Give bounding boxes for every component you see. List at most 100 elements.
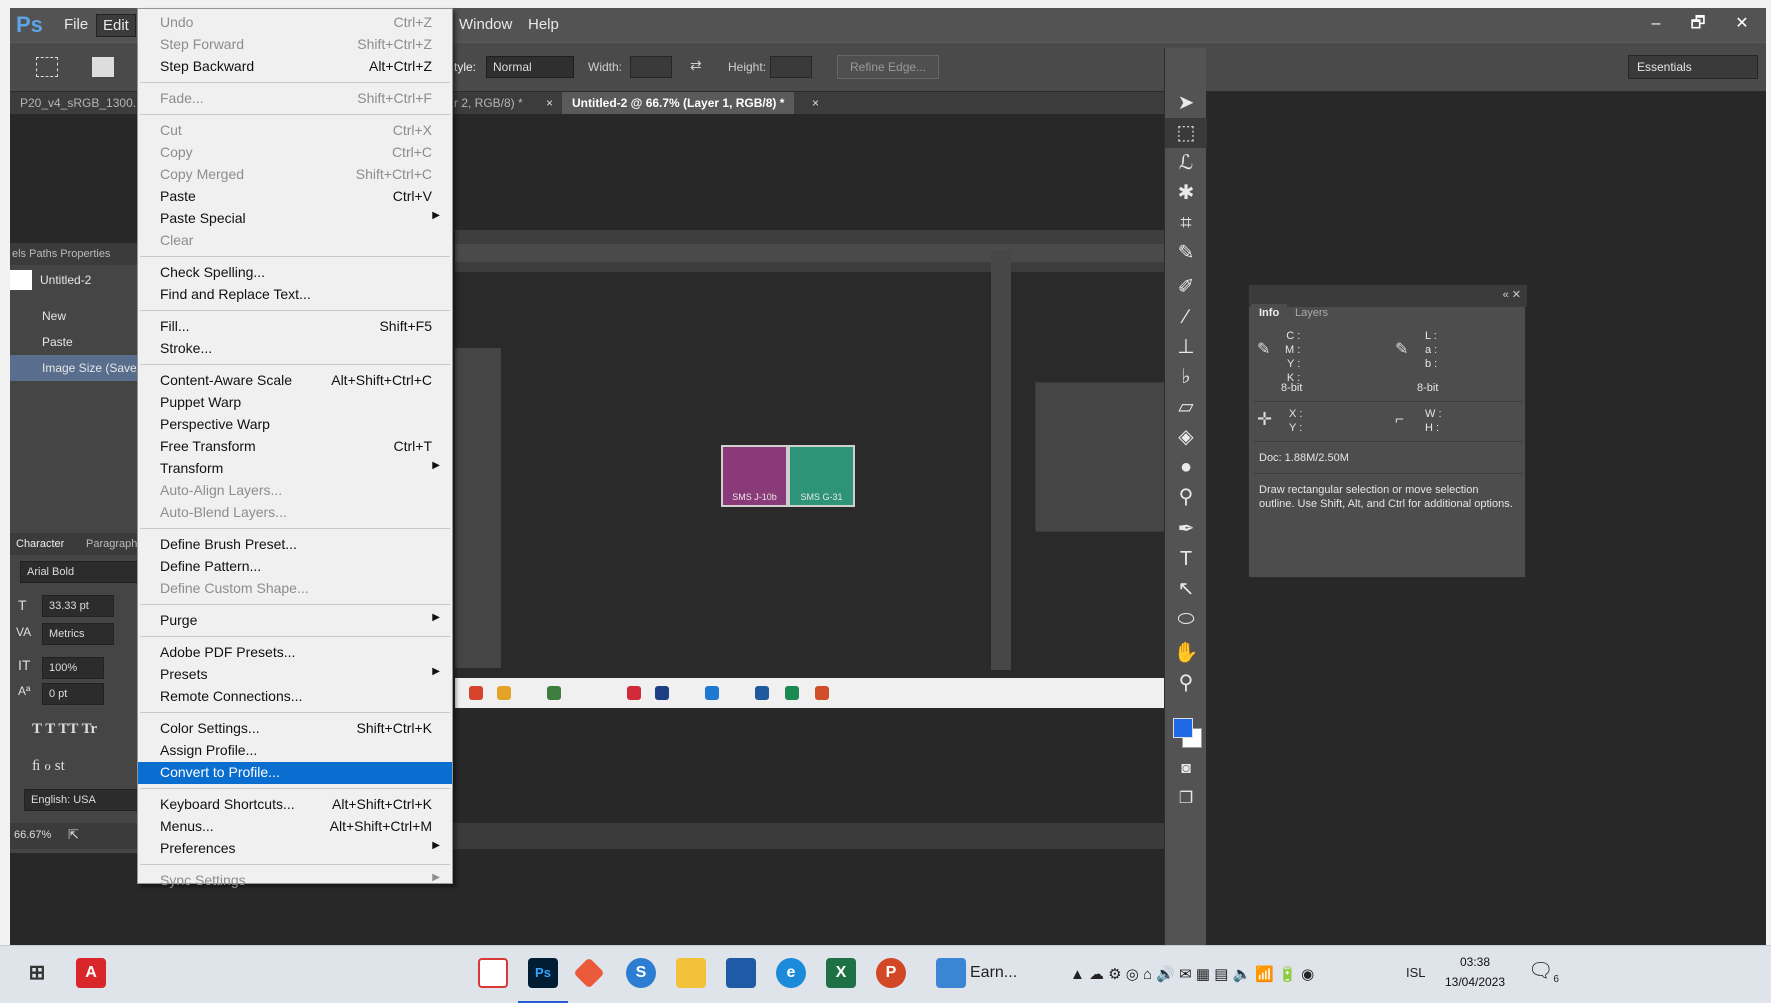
move-tool-icon[interactable]: ➤ bbox=[1165, 88, 1207, 118]
kerning-select[interactable]: Metrics bbox=[42, 623, 114, 645]
menu-help[interactable]: Help bbox=[528, 16, 559, 33]
type-style-buttons[interactable]: T T TT Tr bbox=[32, 721, 97, 738]
office-app-icon[interactable] bbox=[573, 957, 605, 989]
earn-app-label[interactable]: Earn... bbox=[970, 964, 1017, 982]
restore-button[interactable]: 🗗 bbox=[1678, 12, 1718, 36]
menu-item-check-spelling[interactable]: Check Spelling... bbox=[138, 262, 452, 284]
menu-item-auto-blend-layers[interactable]: Auto-Blend Layers... bbox=[138, 502, 452, 524]
path-selection-icon[interactable]: ↖ bbox=[1165, 574, 1207, 604]
paint-bucket-icon[interactable]: ◈ bbox=[1165, 422, 1207, 452]
width-field[interactable] bbox=[630, 56, 672, 78]
pen-tool-icon[interactable]: ✒ bbox=[1165, 514, 1207, 544]
skype-icon[interactable]: S bbox=[626, 958, 656, 988]
type-tool-icon[interactable]: T bbox=[1165, 544, 1207, 574]
history-brush-icon[interactable]: ♭ bbox=[1165, 362, 1207, 392]
tab-layers[interactable]: Layers bbox=[1287, 304, 1336, 324]
menu-item-preferences[interactable]: Preferences ▶ bbox=[138, 838, 452, 860]
menu-item-stroke[interactable]: Stroke... bbox=[138, 338, 452, 360]
menu-item-color-settings[interactable]: Color Settings... Shift+Ctrl+K bbox=[138, 718, 452, 740]
menu-item-fade[interactable]: Fade... Shift+Ctrl+F bbox=[138, 88, 452, 110]
font-size-field[interactable]: 33.33 pt bbox=[42, 595, 114, 617]
menu-item-step-backward[interactable]: Step Backward Alt+Ctrl+Z bbox=[138, 56, 452, 78]
menu-item-define-custom-shape[interactable]: Define Custom Shape... bbox=[138, 578, 452, 600]
menu-item-puppet-warp[interactable]: Puppet Warp bbox=[138, 392, 452, 414]
magic-wand-icon[interactable]: ✱ bbox=[1165, 178, 1207, 208]
tab-p20[interactable]: P20_v4_sRGB_1300. bbox=[10, 92, 146, 114]
menu-window[interactable]: Window bbox=[459, 16, 512, 33]
menu-item-transform[interactable]: Transform ▶ bbox=[138, 458, 452, 480]
foreground-color-swatch[interactable] bbox=[1173, 718, 1193, 738]
menu-file[interactable]: File bbox=[64, 16, 88, 33]
menu-item-paste-special[interactable]: Paste Special ▶ bbox=[138, 208, 452, 230]
export-icon[interactable]: ⇱ bbox=[68, 827, 79, 843]
marquee-tool-icon[interactable]: ⬚ bbox=[1165, 118, 1207, 148]
eyedropper-icon[interactable]: ✎ bbox=[1165, 238, 1207, 268]
font-family-select[interactable]: Arial Bold bbox=[20, 561, 145, 583]
input-language[interactable]: ISL bbox=[1406, 965, 1426, 980]
blur-tool-icon[interactable]: ● bbox=[1165, 452, 1207, 482]
menu-item-paste[interactable]: Paste Ctrl+V bbox=[138, 186, 452, 208]
eraser-icon[interactable]: ▱ bbox=[1165, 392, 1207, 422]
crop-tool-icon[interactable]: ⌗ bbox=[1165, 208, 1207, 238]
menu-item-presets[interactable]: Presets ▶ bbox=[138, 664, 452, 686]
menu-item-auto-align-layers[interactable]: Auto-Align Layers... bbox=[138, 480, 452, 502]
history-snapshot[interactable]: Untitled-2 bbox=[10, 267, 145, 293]
minimize-button[interactable]: – bbox=[1636, 12, 1676, 36]
menu-item-copy-merged[interactable]: Copy Merged Shift+Ctrl+C bbox=[138, 164, 452, 186]
menu-item-keyboard-shortcuts[interactable]: Keyboard Shortcuts... Alt+Shift+Ctrl+K bbox=[138, 794, 452, 816]
style-select[interactable]: Normal bbox=[486, 56, 574, 78]
powerpoint-icon[interactable]: P bbox=[876, 958, 906, 988]
menu-item-sync-settings[interactable]: Sync Settings ▶ bbox=[138, 870, 452, 892]
menu-item-convert-to-profile[interactable]: Convert to Profile... bbox=[138, 762, 452, 784]
history-state-new[interactable]: New bbox=[10, 303, 145, 329]
swap-icon[interactable]: ⇄ bbox=[690, 57, 702, 74]
history-state-paste[interactable]: Paste bbox=[10, 329, 145, 355]
windows-start-icon[interactable]: ⊞ bbox=[22, 958, 52, 988]
opentype-buttons[interactable]: ﬁ ℴ st bbox=[32, 756, 65, 775]
quick-mask-icon[interactable]: ◙ bbox=[1165, 754, 1207, 784]
menu-item-clear[interactable]: Clear bbox=[138, 230, 452, 252]
screen-mode-icon[interactable]: ❐ bbox=[1165, 784, 1207, 814]
menu-item-content-aware-scale[interactable]: Content-Aware Scale Alt+Shift+Ctrl+C bbox=[138, 370, 452, 392]
vertical-scale-field[interactable]: 100% bbox=[42, 657, 104, 679]
acrobat-icon[interactable]: A bbox=[76, 958, 106, 988]
healing-brush-icon[interactable]: ✐ bbox=[1165, 272, 1207, 302]
menu-item-adobe-pdf-presets[interactable]: Adobe PDF Presets... bbox=[138, 642, 452, 664]
clone-stamp-icon[interactable]: ⊥ bbox=[1165, 332, 1207, 362]
notification-icon[interactable]: 🗨6 bbox=[1528, 958, 1559, 985]
system-clock[interactable]: 03:38 13/04/2023 bbox=[1438, 952, 1512, 992]
tray-icons[interactable]: ▲ ☁ ⚙ ◎ ⌂ 🔊 ✉ ▦ ▤ 🔈 📶 🔋 ◉ bbox=[1070, 965, 1314, 983]
menu-item-copy[interactable]: Copy Ctrl+C bbox=[138, 142, 452, 164]
menu-item-undo[interactable]: Undo Ctrl+Z bbox=[138, 12, 452, 34]
app-icon[interactable] bbox=[726, 958, 756, 988]
lasso-tool-icon[interactable]: ℒ bbox=[1165, 148, 1207, 178]
earn-app-icon[interactable] bbox=[936, 958, 966, 988]
ellipse-tool-icon[interactable]: ⬭ bbox=[1165, 604, 1207, 634]
menu-item-free-transform[interactable]: Free Transform Ctrl+T bbox=[138, 436, 452, 458]
zoom-level[interactable]: 66.67% bbox=[14, 829, 51, 841]
baseline-shift-field[interactable]: 0 pt bbox=[42, 683, 104, 705]
menu-item-assign-profile[interactable]: Assign Profile... bbox=[138, 740, 452, 762]
new-selection-icon[interactable] bbox=[92, 57, 114, 77]
close-window-button[interactable]: ✕ bbox=[1722, 12, 1762, 36]
panel-collapse-icon[interactable]: « ✕ bbox=[1503, 288, 1521, 301]
tab-close-icon[interactable]: × bbox=[536, 92, 563, 114]
marquee-tool-icon[interactable] bbox=[36, 57, 58, 77]
menu-item-fill[interactable]: Fill... Shift+F5 bbox=[138, 316, 452, 338]
edge-icon[interactable]: e bbox=[776, 958, 806, 988]
excel-icon[interactable]: X bbox=[826, 958, 856, 988]
tab-character[interactable]: Character bbox=[16, 538, 64, 550]
hand-tool-icon[interactable]: ✋ bbox=[1165, 638, 1207, 668]
menu-item-find-and-replace-text[interactable]: Find and Replace Text... bbox=[138, 284, 452, 306]
tab-close-icon[interactable]: × bbox=[802, 92, 829, 114]
tab-info[interactable]: Info bbox=[1251, 304, 1288, 324]
menu-item-menus[interactable]: Menus... Alt+Shift+Ctrl+M bbox=[138, 816, 452, 838]
file-explorer-icon[interactable] bbox=[676, 958, 706, 988]
dodge-tool-icon[interactable]: ⚲ bbox=[1165, 482, 1207, 512]
tab-untitled-2[interactable]: Untitled-2 @ 66.7% (Layer 1, RGB/8) * bbox=[562, 92, 795, 114]
snipping-tool-icon[interactable] bbox=[478, 958, 508, 988]
menu-item-remote-connections[interactable]: Remote Connections... bbox=[138, 686, 452, 708]
menu-item-perspective-warp[interactable]: Perspective Warp bbox=[138, 414, 452, 436]
brush-tool-icon[interactable]: ∕ bbox=[1165, 302, 1207, 332]
menu-edit[interactable]: Edit bbox=[96, 14, 136, 37]
